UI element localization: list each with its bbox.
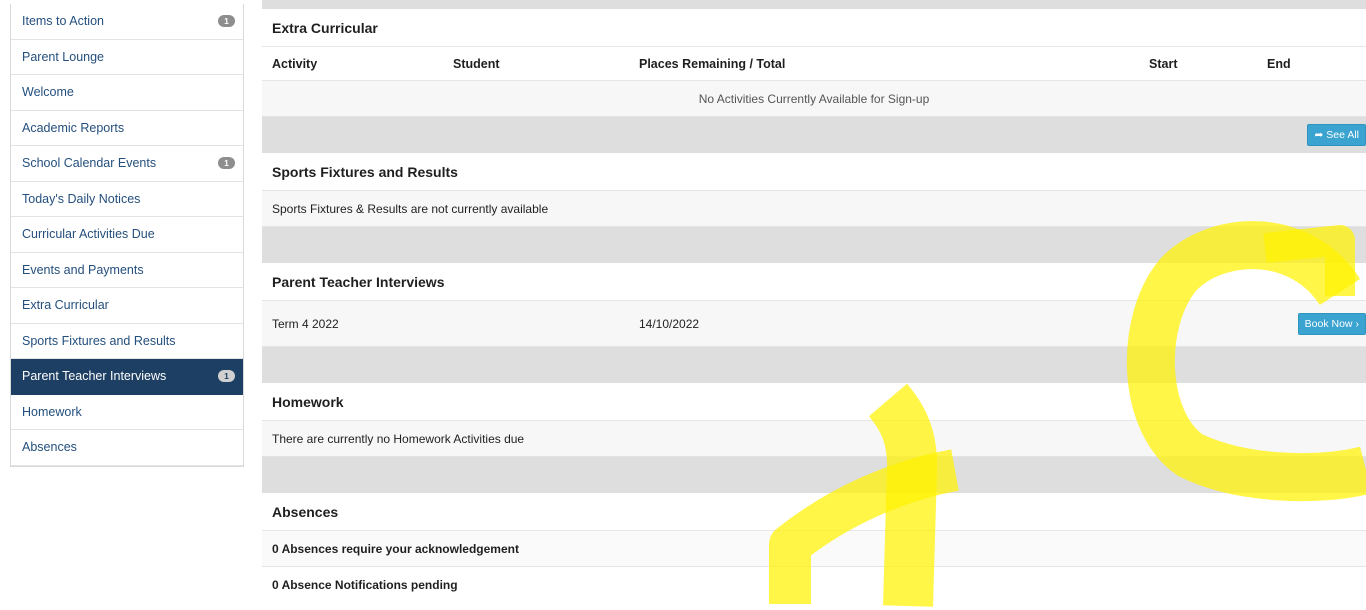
homework-section: Homework There are currently no Homework… [262, 383, 1366, 493]
sidebar-item-parent-lounge[interactable]: Parent Lounge [11, 40, 243, 75]
sidebar-item-label: Items to Action [22, 14, 104, 29]
sidebar-item-label: Today's Daily Notices [22, 191, 141, 206]
chevron-right-icon: › [1355, 318, 1360, 330]
top-divider [262, 0, 1366, 9]
see-all-button[interactable]: ➦ See All [1307, 124, 1366, 146]
sidebar-item-label: Homework [22, 404, 82, 419]
homework-message: There are currently no Homework Activiti… [262, 421, 1366, 457]
sidebar-item-label: Absences [22, 440, 77, 455]
section-title-interviews: Parent Teacher Interviews [262, 263, 1366, 301]
interview-row: Term 4 2022 14/10/2022 Book Now › [262, 301, 1366, 347]
extra-curricular-section: Extra Curricular Activity Student Places… [262, 9, 1366, 153]
sidebar-item-events-and-payments[interactable]: Events and Payments [11, 253, 243, 288]
sidebar-item-curricular-activities-due[interactable]: Curricular Activities Due [11, 217, 243, 253]
section-footer: ➦ See All [262, 117, 1366, 153]
sidebar-item-sports-fixtures[interactable]: Sports Fixtures and Results [11, 324, 243, 359]
sidebar-item-label: School Calendar Events [22, 156, 157, 171]
section-footer [262, 457, 1366, 493]
book-now-label: Book Now [1304, 318, 1353, 330]
absences-pending-message: 0 Absence Notifications pending [262, 567, 1366, 603]
interviews-section: Parent Teacher Interviews Term 4 2022 14… [262, 263, 1366, 383]
section-footer [262, 347, 1366, 383]
sports-section: Sports Fixtures and Results Sports Fixtu… [262, 153, 1366, 263]
column-header-student: Student [453, 56, 500, 71]
sidebar-item-label: Events and Payments [22, 262, 144, 277]
main-content: Extra Curricular Activity Student Places… [262, 0, 1366, 610]
section-title-sports: Sports Fixtures and Results [262, 153, 1366, 191]
count-badge: 1 [218, 157, 235, 170]
sidebar-item-label: Parent Lounge [22, 49, 105, 64]
interview-date: 14/10/2022 [639, 316, 700, 331]
sidebar-item-label: Sports Fixtures and Results [22, 333, 176, 348]
sidebar-item-school-calendar-events[interactable]: School Calendar Events 1 [11, 146, 243, 182]
see-all-label: See All [1326, 129, 1359, 141]
sidebar-item-label: Curricular Activities Due [22, 227, 155, 242]
sidebar-item-homework[interactable]: Homework [11, 395, 243, 430]
table-header: Activity Student Places Remaining / Tota… [262, 47, 1366, 81]
empty-message: No Activities Currently Available for Si… [262, 81, 1366, 117]
sidebar-nav: Items to Action 1 Parent Lounge Welcome A… [10, 4, 244, 467]
sidebar-item-academic-reports[interactable]: Academic Reports [11, 111, 243, 146]
count-badge: 1 [218, 15, 235, 28]
sidebar-item-parent-teacher-interviews[interactable]: Parent Teacher Interviews 1 [11, 359, 243, 395]
absences-ack-message: 0 Absences require your acknowledgement [262, 531, 1366, 567]
book-now-button[interactable]: Book Now › [1297, 313, 1366, 335]
sidebar-item-label: Extra Curricular [22, 298, 109, 313]
sidebar-item-absences[interactable]: Absences [11, 430, 243, 466]
sidebar-item-items-to-action[interactable]: Items to Action 1 [11, 4, 243, 40]
section-title-absences: Absences [262, 493, 1366, 531]
share-icon: ➦ [1314, 129, 1324, 141]
count-badge: 1 [218, 370, 235, 383]
section-footer [262, 227, 1366, 263]
section-title-homework: Homework [262, 383, 1366, 421]
sports-message: Sports Fixtures & Results are not curren… [262, 191, 1366, 227]
interview-term: Term 4 2022 [272, 316, 339, 331]
absences-section: Absences 0 Absences require your acknowl… [262, 493, 1366, 603]
column-header-start: Start [1149, 56, 1178, 71]
sidebar-item-extra-curricular[interactable]: Extra Curricular [11, 288, 243, 324]
sidebar-item-label: Welcome [22, 85, 74, 100]
sidebar-item-daily-notices[interactable]: Today's Daily Notices [11, 182, 243, 217]
section-title-extra-curricular: Extra Curricular [262, 9, 1366, 47]
sidebar-item-label: Parent Teacher Interviews [22, 369, 167, 384]
sidebar-item-welcome[interactable]: Welcome [11, 75, 243, 111]
column-header-end: End [1267, 56, 1291, 71]
sidebar-item-label: Academic Reports [22, 120, 125, 135]
column-header-places: Places Remaining / Total [639, 56, 786, 71]
column-header-activity: Activity [272, 56, 318, 71]
